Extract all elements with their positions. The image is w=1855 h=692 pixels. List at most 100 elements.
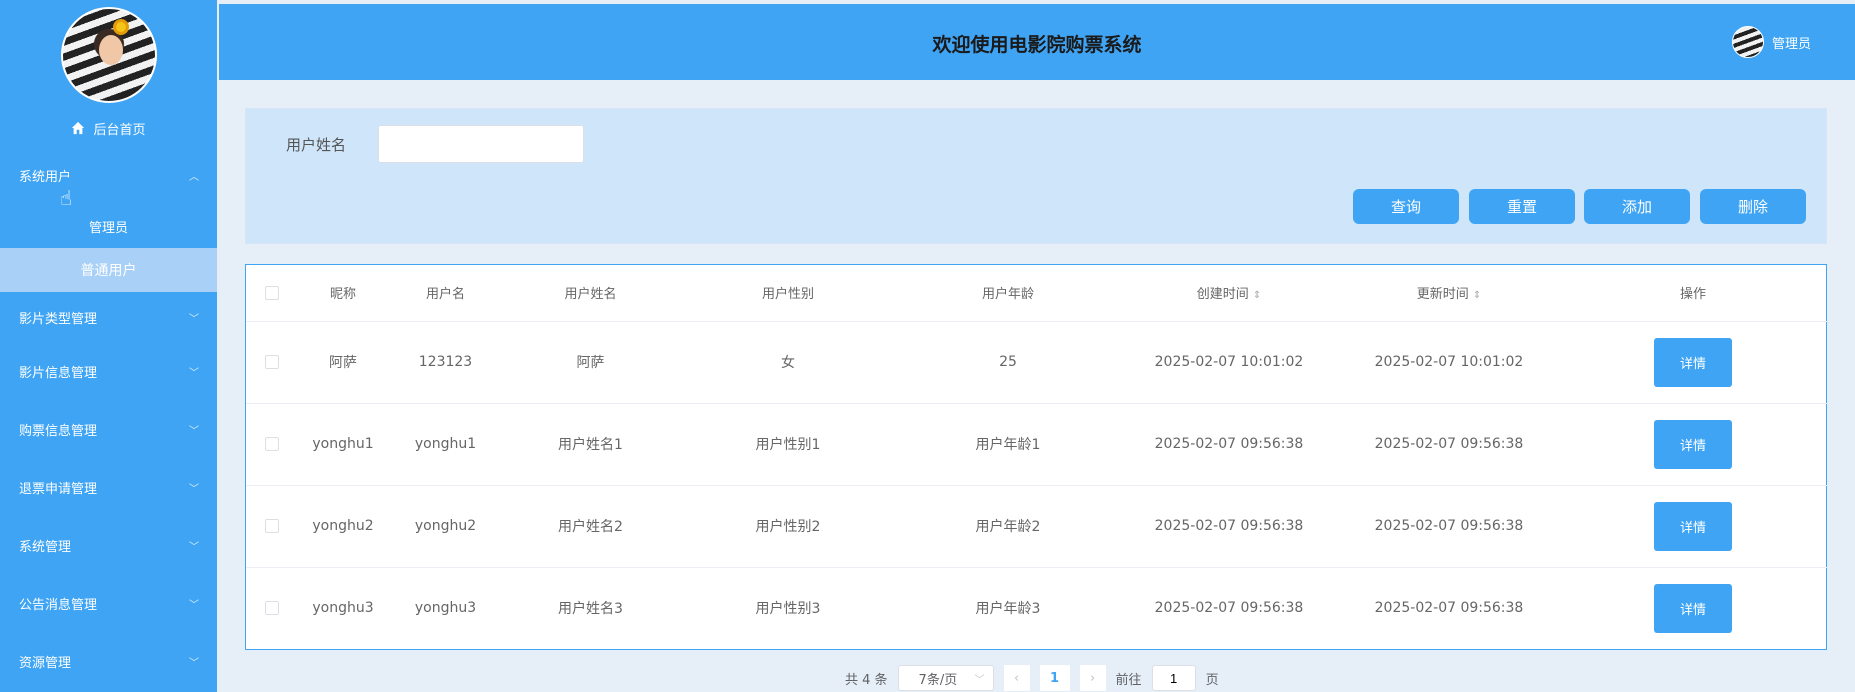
table-row: yonghu2 yonghu2 用户姓名2 用户性别2 用户年龄2 2025-0… bbox=[246, 485, 1828, 568]
table-header-row: 昵称 用户名 用户姓名 用户性别 用户年龄 创建时间 ⇕ 更新时间 ⇕ 操作 bbox=[246, 265, 1828, 322]
cell-username: yonghu3 bbox=[414, 600, 477, 617]
page-title: 欢迎使用电影院购票系统 bbox=[932, 34, 1142, 56]
cell-age: 用户年龄2 bbox=[898, 485, 1118, 568]
avatar bbox=[1731, 26, 1764, 58]
cell-name: 用户姓名3 bbox=[558, 601, 623, 618]
sidebar-item-label: 退票申请管理 bbox=[19, 481, 98, 497]
main-content: 用户姓名 查询 重置 添加 删除 昵称 用户名 用户姓名 用户性别 用户年龄 创… bbox=[219, 80, 1855, 692]
cell-nickname: yonghu2 bbox=[298, 485, 388, 568]
detail-button[interactable]: 详情 bbox=[1654, 419, 1732, 469]
goto-label: 前往 bbox=[1115, 672, 1142, 688]
sidebar-item-label: 公告消息管理 bbox=[19, 597, 98, 613]
row-checkbox[interactable] bbox=[265, 519, 279, 533]
chevron-up-icon: ︿ bbox=[189, 171, 199, 183]
column-header-created[interactable]: 创建时间 ⇕ bbox=[1118, 265, 1340, 322]
sort-icon[interactable]: ⇕ bbox=[1473, 290, 1481, 301]
column-header: 用户年龄 bbox=[898, 265, 1118, 322]
next-page-icon[interactable]: › bbox=[1079, 665, 1106, 691]
sidebar: 后台首页 系统用户 ︿ ☝ 管理员 普通用户 影片类型管理 ﹀ 影片信息管理 ﹀… bbox=[0, 0, 217, 692]
sidebar-item-system[interactable]: 系统管理 ﹀ bbox=[0, 516, 217, 574]
cell-updated: 2025-02-07 09:56:38 bbox=[1340, 403, 1558, 486]
row-select-cell bbox=[246, 321, 298, 404]
detail-button[interactable]: 详情 bbox=[1654, 501, 1732, 551]
cell-action: 详情 bbox=[1558, 567, 1828, 649]
sidebar-item-home-label: 后台首页 bbox=[93, 122, 146, 138]
user-label: 管理员 bbox=[1771, 36, 1811, 52]
chevron-down-icon: ﹀ bbox=[189, 313, 199, 325]
home-icon bbox=[72, 121, 85, 135]
sidebar-item-announcements[interactable]: 公告消息管理 ﹀ bbox=[0, 574, 217, 632]
detail-button[interactable]: 详情 bbox=[1654, 583, 1732, 633]
page-number[interactable]: 1 bbox=[1039, 665, 1070, 691]
sidebar-subitem-normal-user[interactable]: 普通用户 bbox=[0, 248, 217, 292]
cell-gender: 女 bbox=[678, 321, 898, 404]
sidebar-subitem-admin[interactable]: 管理员 bbox=[0, 204, 217, 248]
row-select-cell bbox=[246, 485, 298, 568]
column-header: 用户性别 bbox=[678, 265, 898, 322]
cell-nickname: yonghu3 bbox=[312, 600, 374, 617]
sidebar-item-refund[interactable]: 退票申请管理 ﹀ bbox=[0, 458, 217, 516]
goto-page-input[interactable] bbox=[1151, 665, 1196, 691]
page-size-value: 7条/页 bbox=[918, 672, 958, 688]
cell-nickname: yonghu1 bbox=[298, 403, 388, 486]
cell-name: 用户姓名2 bbox=[503, 485, 678, 568]
detail-button[interactable]: 详情 bbox=[1654, 337, 1732, 387]
cell-action: 详情 bbox=[1558, 485, 1828, 568]
cell-updated: 2025-02-07 09:56:38 bbox=[1374, 600, 1524, 617]
cell-name: 阿萨 bbox=[503, 321, 678, 404]
sidebar-item-label: 系统管理 bbox=[19, 539, 72, 555]
cell-username: yonghu2 bbox=[388, 485, 503, 568]
query-button[interactable]: 查询 bbox=[1353, 189, 1459, 224]
hand-cursor-icon: ☝ bbox=[60, 186, 73, 210]
chevron-down-icon: ﹀ bbox=[189, 483, 199, 495]
cell-gender: 用户性别3 bbox=[755, 601, 821, 618]
sidebar-item-label: 资源管理 bbox=[19, 655, 72, 671]
row-checkbox[interactable] bbox=[265, 437, 279, 451]
cell-username: yonghu1 bbox=[388, 403, 503, 486]
goto-suffix: 页 bbox=[1205, 672, 1219, 688]
cell-age: 25 bbox=[898, 321, 1118, 404]
add-button[interactable]: 添加 bbox=[1584, 189, 1690, 224]
sort-icon[interactable]: ⇕ bbox=[1253, 290, 1261, 301]
table-row: 阿萨 123123 阿萨 女 25 2025-02-07 10:01:02 20… bbox=[246, 321, 1828, 404]
row-select-cell bbox=[246, 403, 298, 486]
sidebar-item-movie-info[interactable]: 影片信息管理 ﹀ bbox=[0, 342, 217, 400]
cell-created: 2025-02-07 09:56:38 bbox=[1154, 600, 1304, 617]
cell-age: 用户年龄3 bbox=[975, 601, 1041, 618]
row-checkbox[interactable] bbox=[265, 355, 279, 369]
search-label: 用户姓名 bbox=[286, 136, 347, 154]
cell-gender: 用户性别1 bbox=[678, 403, 898, 486]
row-checkbox[interactable] bbox=[265, 601, 279, 616]
select-all-checkbox[interactable] bbox=[265, 285, 279, 300]
avatar[interactable] bbox=[60, 7, 157, 103]
column-header: 用户姓名 bbox=[503, 265, 678, 322]
chevron-down-icon: ﹀ bbox=[189, 657, 199, 669]
sidebar-item-home[interactable]: 后台首页 bbox=[0, 110, 217, 146]
delete-button[interactable]: 删除 bbox=[1700, 189, 1806, 224]
page-size-select[interactable]: 7条/页 ﹀ bbox=[897, 665, 994, 691]
sidebar-item-label: 购票信息管理 bbox=[19, 423, 98, 439]
cell-created: 2025-02-07 09:56:38 bbox=[1118, 485, 1340, 568]
cell-created: 2025-02-07 09:56:38 bbox=[1118, 403, 1340, 486]
sidebar-item-movie-types[interactable]: 影片类型管理 ﹀ bbox=[0, 292, 217, 342]
user-table: 昵称 用户名 用户姓名 用户性别 用户年龄 创建时间 ⇕ 更新时间 ⇕ 操作 阿萨 … bbox=[245, 264, 1828, 650]
user-name-search-input[interactable] bbox=[378, 125, 584, 163]
sidebar-item-ticket-info[interactable]: 购票信息管理 ﹀ bbox=[0, 400, 217, 458]
user-menu[interactable]: 管理员 bbox=[1731, 26, 1811, 58]
cell-action: 详情 bbox=[1558, 321, 1828, 404]
table-row: yonghu3 yonghu3 用户姓名3 用户性别3 用户年龄3 2025-0… bbox=[246, 567, 1828, 649]
sidebar-item-system-users[interactable]: 系统用户 ︿ bbox=[0, 146, 217, 204]
prev-page-icon[interactable]: ‹ bbox=[1003, 665, 1030, 691]
column-header: 操作 bbox=[1558, 265, 1828, 322]
column-header-label: 更新时间 bbox=[1416, 287, 1469, 303]
chevron-down-icon: ﹀ bbox=[974, 674, 985, 686]
sidebar-item-resources[interactable]: 资源管理 ﹀ bbox=[0, 632, 217, 690]
cell-updated: 2025-02-07 10:01:02 bbox=[1340, 321, 1558, 404]
column-header-updated[interactable]: 更新时间 ⇕ bbox=[1340, 265, 1558, 322]
top-header: 欢迎使用电影院购票系统 管理员 bbox=[219, 4, 1855, 80]
cell-name: 用户姓名1 bbox=[503, 403, 678, 486]
column-header-label: 创建时间 bbox=[1196, 287, 1249, 303]
reset-button[interactable]: 重置 bbox=[1469, 189, 1575, 224]
avatar-face bbox=[98, 35, 123, 65]
column-header: 用户名 bbox=[388, 265, 503, 322]
